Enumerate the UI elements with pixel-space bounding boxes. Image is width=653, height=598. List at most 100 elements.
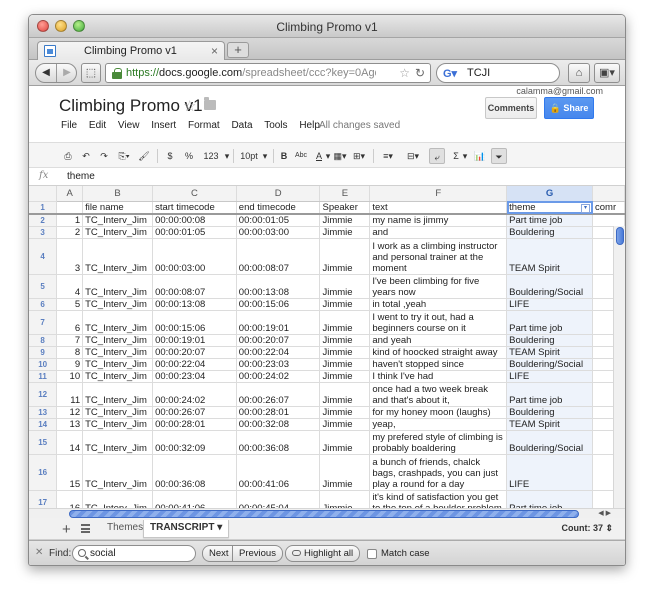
sheet-tab-themes[interactable]: Themes: [101, 520, 149, 538]
cell[interactable]: TC_Interv_Jim: [82, 358, 154, 371]
sheet-tab-transcript[interactable]: TRANSCRIPT ▾: [143, 520, 230, 538]
cell[interactable]: I work as a climbing instructor and pers…: [369, 238, 508, 275]
cell[interactable]: and: [369, 226, 508, 239]
horizontal-scrollbar[interactable]: ◀ ▶: [29, 508, 625, 518]
forward-arrow-icon[interactable]: ▶: [57, 64, 77, 82]
cell[interactable]: 00:00:24:02: [152, 382, 237, 407]
cell[interactable]: 00:00:22:04: [236, 346, 321, 359]
cell[interactable]: 00:00:41:06: [236, 454, 321, 491]
cell[interactable]: TC_Interv_Jim: [82, 238, 154, 275]
cell[interactable]: kind of hoocked straight away: [369, 346, 508, 359]
add-sheet-icon[interactable]: +: [62, 521, 71, 538]
row-header[interactable]: 8: [29, 334, 58, 347]
row-header[interactable]: 16: [29, 454, 58, 491]
cell[interactable]: 4: [56, 274, 84, 299]
search-box[interactable]: G▾ TCJI: [436, 63, 560, 83]
cell[interactable]: Jimmie: [319, 454, 371, 491]
cell[interactable]: 11: [56, 382, 84, 407]
cell[interactable]: TC_Interv_Jim: [82, 430, 154, 455]
cell[interactable]: yeap,: [369, 418, 508, 431]
bookmark-star-icon[interactable]: ☆: [399, 66, 410, 80]
cell[interactable]: haven't stopped since: [369, 358, 508, 371]
cell[interactable]: TC_Interv_Jim: [82, 310, 154, 335]
menu-tools[interactable]: Tools: [264, 120, 287, 131]
cell[interactable]: 00:00:20:07: [152, 346, 237, 359]
cell[interactable]: 00:00:19:01: [236, 310, 321, 335]
cell[interactable]: 16: [56, 490, 84, 508]
cell[interactable]: Bouldering/Social: [506, 274, 594, 299]
browser-tab[interactable]: Climbing Promo v1 ×: [37, 41, 225, 61]
insert-chart-icon[interactable]: 📊: [473, 148, 487, 164]
column-header-d[interactable]: D: [236, 186, 321, 202]
cell[interactable]: 00:00:23:04: [152, 370, 237, 383]
cell[interactable]: TC_Interv_Jim: [82, 334, 154, 347]
text-color-dropdown-icon[interactable]: ▾: [325, 148, 331, 164]
percent-format-button[interactable]: %: [183, 148, 195, 164]
cell[interactable]: 00:00:26:07: [152, 406, 237, 419]
column-header-c[interactable]: C: [152, 186, 237, 202]
find-previous-button[interactable]: Previous: [232, 545, 283, 562]
cell[interactable]: [56, 201, 84, 215]
vertical-scroll-thumb[interactable]: [616, 227, 624, 245]
menu-data[interactable]: Data: [231, 120, 252, 131]
cell[interactable]: 00:00:24:02: [236, 370, 321, 383]
cell[interactable]: TEAM Spirit: [506, 238, 594, 275]
document-title[interactable]: Climbing Promo v1: [59, 96, 203, 116]
cell[interactable]: Bouldering: [506, 334, 594, 347]
cell[interactable]: it's kind of satisfaction you get to the…: [369, 490, 508, 508]
cell[interactable]: 00:00:01:05: [152, 226, 237, 239]
merge-cells-icon[interactable]: ⊟▾: [403, 148, 423, 164]
cell[interactable]: TC_Interv_Jim: [82, 370, 154, 383]
strikethrough-button[interactable]: Abc: [293, 148, 309, 164]
row-header[interactable]: 5: [29, 274, 58, 299]
settings-menu-icon[interactable]: ▣▾: [594, 63, 620, 83]
bold-button[interactable]: B: [279, 148, 289, 164]
column-header-f[interactable]: F: [369, 186, 508, 202]
menu-help[interactable]: Help: [299, 120, 320, 131]
cell[interactable]: a bunch of friends, chalck bags, crashpa…: [369, 454, 508, 491]
row-header[interactable]: 2: [29, 214, 58, 227]
row-header[interactable]: 11: [29, 370, 58, 383]
column-header-h[interactable]: [592, 186, 625, 202]
cell[interactable]: LIFE: [506, 370, 594, 383]
cell[interactable]: 00:00:20:07: [236, 334, 321, 347]
cell[interactable]: TC_Interv_Jim: [82, 418, 154, 431]
comments-button[interactable]: Comments: [485, 97, 537, 119]
filter-icon[interactable]: ⏷: [491, 148, 507, 164]
column-header-g[interactable]: G: [506, 186, 594, 202]
cell[interactable]: TC_Interv_Jim: [82, 490, 154, 508]
cell[interactable]: I think I've had: [369, 370, 508, 383]
column-header-a[interactable]: A: [56, 186, 84, 202]
cell[interactable]: 00:00:32:08: [236, 418, 321, 431]
cell[interactable]: Part time job: [506, 382, 594, 407]
cell[interactable]: Jimmie: [319, 310, 371, 335]
cell[interactable]: Jimmie: [319, 370, 371, 383]
cell[interactable]: Bouldering: [506, 406, 594, 419]
cell[interactable]: TC_Interv_Jim: [82, 382, 154, 407]
user-email[interactable]: calamma@gmail.com: [516, 86, 603, 96]
cell[interactable]: Jimmie: [319, 346, 371, 359]
cell[interactable]: 00:00:01:05: [236, 214, 321, 227]
cell[interactable]: once had a two week break and that's abo…: [369, 382, 508, 407]
cell[interactable]: Jimmie: [319, 298, 371, 311]
cell[interactable]: and yeah: [369, 334, 508, 347]
cell[interactable]: 00:00:03:00: [152, 238, 237, 275]
cell[interactable]: 00:00:26:07: [236, 382, 321, 407]
cell[interactable]: 00:00:08:07: [152, 274, 237, 299]
cell[interactable]: end timecode: [236, 201, 321, 215]
redo-icon[interactable]: ↷: [97, 148, 111, 164]
cell[interactable]: 00:00:32:09: [152, 430, 237, 455]
row-header[interactable]: 9: [29, 346, 58, 359]
cell[interactable]: 00:00:15:06: [236, 298, 321, 311]
cell[interactable]: start timecode: [152, 201, 237, 215]
row-header[interactable]: 1: [29, 201, 58, 215]
cell[interactable]: my name is jimmy: [369, 214, 508, 227]
vertical-scrollbar[interactable]: [613, 226, 625, 508]
cell[interactable]: Jimmie: [319, 406, 371, 419]
cell[interactable]: my prefered style of climbing is probabl…: [369, 430, 508, 455]
row-header[interactable]: 13: [29, 406, 58, 419]
row-header[interactable]: 14: [29, 418, 58, 431]
scroll-arrows-icon[interactable]: ◀ ▶: [598, 509, 611, 517]
cell[interactable]: TEAM Spirit: [506, 346, 594, 359]
undo-icon[interactable]: ↶: [79, 148, 93, 164]
